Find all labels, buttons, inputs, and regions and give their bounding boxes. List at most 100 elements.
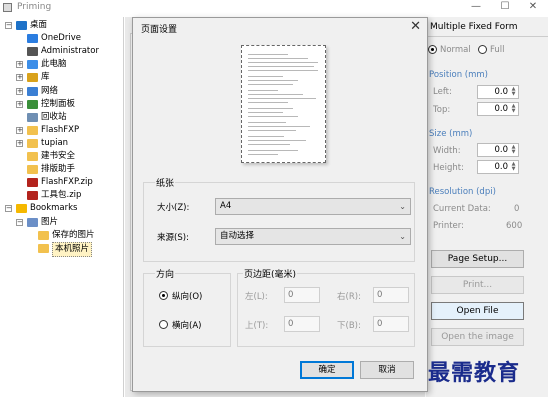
tree-item-label: Bookmarks	[30, 203, 78, 214]
paper-source-select[interactable]: 自动选择 ⌄	[215, 228, 411, 245]
orientation-group-label: 方向	[155, 267, 176, 280]
tree-item-label: 排版助手	[41, 164, 76, 175]
expand-icon[interactable]: +	[16, 139, 23, 147]
mode-normal-label: Normal	[440, 45, 471, 55]
paper-preview	[241, 45, 326, 163]
tree-item[interactable]: 回收站	[0, 111, 124, 124]
expand-icon[interactable]: +	[16, 74, 23, 82]
tree-item-label: 网络	[41, 85, 59, 96]
status-strip	[0, 397, 548, 404]
user-icon	[27, 47, 38, 57]
orientation-group	[143, 273, 231, 347]
tree-item[interactable]: + 此电脑	[0, 58, 124, 71]
maximize-button[interactable]: ☐	[491, 0, 519, 14]
tree-item[interactable]: 保存的图片	[0, 229, 124, 242]
cancel-button[interactable]: 取消	[360, 361, 414, 379]
folder-icon	[38, 230, 49, 240]
tree-item[interactable]: Administrator	[0, 45, 124, 58]
width-input[interactable]: 0.0 ▲ ▼	[477, 143, 519, 157]
paper-size-select[interactable]: A4 ⌄	[215, 198, 411, 215]
tree-item[interactable]: 排版助手	[0, 163, 124, 176]
margins-group	[237, 273, 415, 347]
collapse-icon[interactable]: −	[5, 205, 12, 213]
printer-label: Printer:	[433, 221, 464, 231]
mode-full-radio[interactable]	[478, 45, 487, 54]
paper-group-label: 纸张	[155, 176, 176, 189]
mode-normal-radio[interactable]	[428, 45, 437, 54]
printer-value: 600	[506, 221, 523, 231]
paper-source-value: 自动选择	[220, 231, 255, 241]
expand-icon[interactable]: +	[16, 87, 23, 95]
expand-icon[interactable]: +	[16, 126, 23, 134]
folder-icon	[27, 152, 38, 161]
landscape-radio[interactable]	[159, 320, 168, 329]
width-spinner-icon[interactable]: ▲ ▼	[510, 145, 517, 155]
app-title: Priming	[17, 2, 52, 12]
folder-icon	[38, 243, 49, 253]
page-setup-dialog: 页面设置 ✕ 纸张 大小(Z): A4 ⌄ 来源(S): 自动选择 ⌄ 方向 纵…	[132, 17, 428, 392]
tree-item-label: 库	[41, 72, 50, 83]
tree-item[interactable]: − 桌面	[0, 19, 124, 32]
current-data-label: Current Data:	[433, 204, 491, 214]
tree-item-label: OneDrive	[41, 33, 81, 44]
open-file-button[interactable]: Open File	[431, 302, 524, 320]
print-button[interactable]: Print...	[431, 276, 524, 294]
folder-tree[interactable]: − 桌面 OneDrive Administrator + 此电脑 + 库 + 网络 + 控制面板 回收…	[0, 17, 124, 397]
margin-top-label: 上(T):	[245, 321, 269, 331]
width-label: Width:	[433, 146, 461, 156]
dialog-close-icon[interactable]: ✕	[410, 19, 421, 34]
tree-item[interactable]: + 控制面板	[0, 98, 124, 111]
margin-bottom-input[interactable]: 0	[373, 316, 409, 332]
expand-icon[interactable]: +	[16, 100, 23, 108]
collapse-icon[interactable]: −	[16, 218, 23, 226]
margin-right-input[interactable]: 0	[373, 287, 409, 303]
top-spinner-icon[interactable]: ▲ ▼	[510, 104, 517, 114]
mode-full-label: Full	[490, 45, 505, 55]
margin-top-input[interactable]: 0	[284, 316, 320, 332]
expand-icon[interactable]: +	[16, 61, 23, 69]
top-label: Top:	[433, 105, 451, 115]
tree-item-label: FlashFXP	[41, 124, 80, 135]
margin-left-input[interactable]: 0	[284, 287, 320, 303]
left-spinner-icon[interactable]: ▲ ▼	[510, 87, 517, 97]
tree-item-label: 此电脑	[41, 59, 67, 70]
tree-item[interactable]: 工具包.zip	[0, 189, 124, 202]
app-icon	[3, 3, 12, 12]
tree-item[interactable]: FlashFXP.zip	[0, 176, 124, 189]
tree-item[interactable]: − 图片	[0, 216, 124, 229]
tree-item-label: Administrator	[41, 46, 99, 57]
margin-left-label: 左(L):	[245, 292, 268, 302]
zip-icon	[27, 191, 38, 201]
left-label: Left:	[433, 87, 452, 97]
page-setup-button[interactable]: Page Setup...	[431, 250, 524, 268]
ok-button[interactable]: 确定	[300, 361, 354, 379]
margins-group-label: 页边距(毫米)	[243, 267, 298, 280]
tree-item[interactable]: + 网络	[0, 85, 124, 98]
tree-item-label: 桌面	[30, 20, 48, 30]
top-input[interactable]: 0.0 ▲ ▼	[477, 102, 519, 116]
collapse-icon[interactable]: −	[5, 22, 12, 29]
tree-item[interactable]: 建书安全	[0, 150, 124, 163]
open-image-button[interactable]: Open the image	[431, 328, 524, 346]
paper-group	[143, 182, 415, 262]
landscape-label: 横向(A)	[172, 321, 202, 331]
tree-item[interactable]: 本机照片	[0, 241, 124, 257]
tree-item[interactable]: + 库	[0, 71, 124, 84]
folder-icon	[27, 125, 38, 135]
minimize-button[interactable]: —	[462, 0, 490, 14]
portrait-radio[interactable]	[159, 291, 168, 300]
height-input[interactable]: 0.0 ▲ ▼	[477, 160, 519, 174]
recycle-bin-icon	[27, 112, 38, 122]
size-heading: Size (mm)	[429, 129, 473, 139]
height-spinner-icon[interactable]: ▲ ▼	[510, 162, 517, 172]
cloud-icon	[27, 34, 38, 44]
tree-item[interactable]: − Bookmarks	[0, 202, 124, 215]
control-panel-icon	[27, 99, 38, 109]
close-window-button[interactable]: ✕	[519, 0, 547, 14]
tree-item[interactable]: + FlashFXP	[0, 124, 124, 137]
left-input[interactable]: 0.0 ▲ ▼	[477, 85, 519, 99]
tree-item[interactable]: OneDrive	[0, 32, 124, 45]
star-icon	[16, 204, 27, 214]
tree-item[interactable]: + tupian	[0, 137, 124, 150]
library-icon	[27, 73, 38, 83]
